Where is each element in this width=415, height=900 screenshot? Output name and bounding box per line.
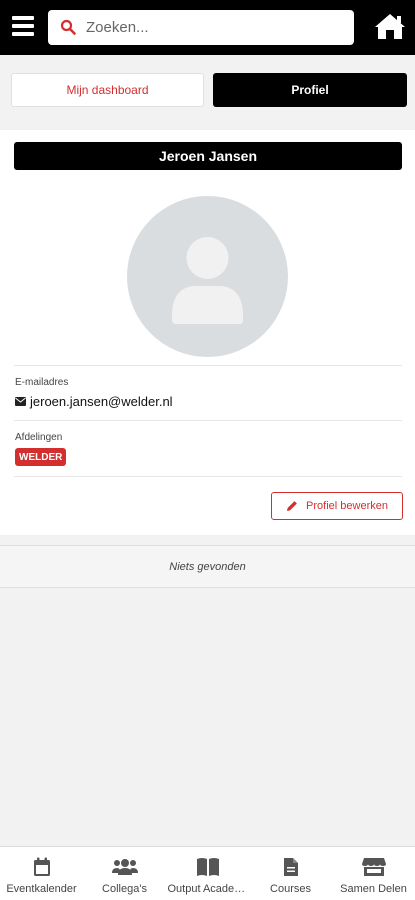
email-row: jeroen.jansen@welder.nl <box>15 394 173 409</box>
search-icon <box>60 19 76 35</box>
pencil-icon <box>287 501 297 511</box>
departments-label: Afdelingen <box>15 432 63 443</box>
nav-label: Courses <box>270 883 311 895</box>
email-label: E-mailadres <box>15 377 69 388</box>
divider <box>14 476 402 477</box>
home-icon[interactable] <box>374 12 406 40</box>
search-input[interactable] <box>86 10 346 45</box>
divider <box>14 420 402 421</box>
profile-tabs: Mijn dashboard Profiel <box>0 55 415 125</box>
bottom-navigation: Eventkalender Collega's Output Academy C… <box>0 846 415 900</box>
nav-label: Eventkalender <box>6 883 77 895</box>
tab-mijn-dashboard[interactable]: Mijn dashboard <box>11 73 204 107</box>
department-badge: WELDER <box>15 448 67 466</box>
nav-item-courses[interactable]: Courses <box>249 847 332 900</box>
edit-profile-label: Profiel bewerken <box>306 500 388 512</box>
nav-label: Collega's <box>102 883 147 895</box>
nav-item-eventkalender[interactable]: Eventkalender <box>0 847 83 900</box>
calendar-icon <box>33 857 50 876</box>
nav-item-output-academy[interactable]: Output Academy <box>166 847 249 900</box>
nav-label: Samen Delen <box>340 883 407 895</box>
profile-card: Jeroen Jansen E-mailadres jeroen.jansen@… <box>0 130 415 535</box>
search-bar <box>48 10 354 45</box>
divider <box>14 365 402 366</box>
tab-profiel[interactable]: Profiel <box>213 73 407 107</box>
nav-item-collegas[interactable]: Collega's <box>83 847 166 900</box>
email-value: jeroen.jansen@welder.nl <box>30 394 173 409</box>
top-bar <box>0 0 415 55</box>
user-placeholder-icon <box>172 237 243 324</box>
hamburger-menu-icon[interactable] <box>12 15 36 39</box>
envelope-icon <box>15 397 26 406</box>
avatar <box>127 196 288 357</box>
nav-label: Output Academy <box>167 883 248 895</box>
document-icon <box>283 858 298 876</box>
store-icon <box>361 858 386 876</box>
book-icon <box>196 858 219 876</box>
edit-profile-button[interactable]: Profiel bewerken <box>271 492 403 520</box>
empty-state-message: Niets gevonden <box>0 545 415 588</box>
nav-item-samen-delen[interactable]: Samen Delen <box>332 847 415 900</box>
profile-name: Jeroen Jansen <box>14 142 402 170</box>
users-icon <box>111 859 138 875</box>
